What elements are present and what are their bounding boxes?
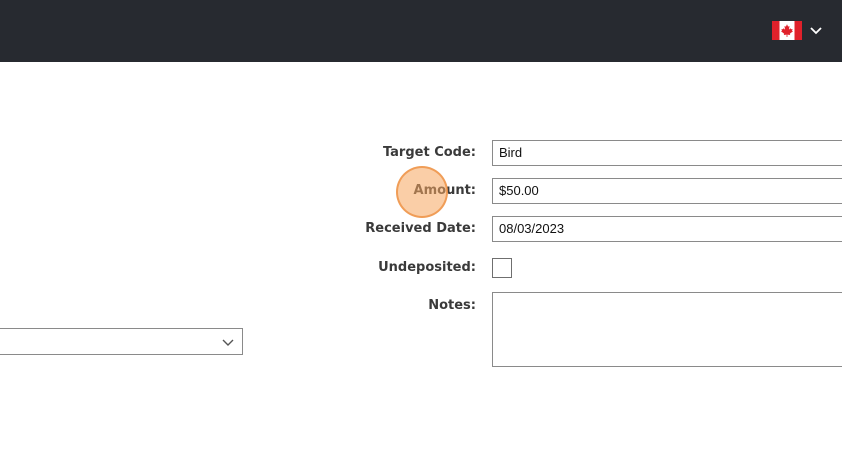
received-date-field[interactable]: 08/03/2023 [492, 216, 842, 242]
undeposited-label: Undeposited: [378, 260, 476, 275]
notes-label: Notes: [428, 298, 476, 313]
undeposited-checkbox[interactable] [492, 258, 512, 278]
amount-label: Amount: [413, 183, 476, 198]
canada-flag-icon[interactable] [772, 21, 802, 40]
notes-textarea[interactable] [492, 292, 842, 367]
target-code-label: Target Code: [382, 145, 476, 160]
chevron-down-icon[interactable] [809, 25, 823, 37]
received-date-label: Received Date: [365, 221, 476, 236]
amount-field[interactable]: $50.00 [492, 178, 842, 204]
target-code-field[interactable]: Bird [492, 140, 842, 166]
top-navigation-bar [0, 0, 842, 62]
chevron-down-icon [222, 339, 234, 346]
left-dropdown-select[interactable] [0, 328, 243, 355]
